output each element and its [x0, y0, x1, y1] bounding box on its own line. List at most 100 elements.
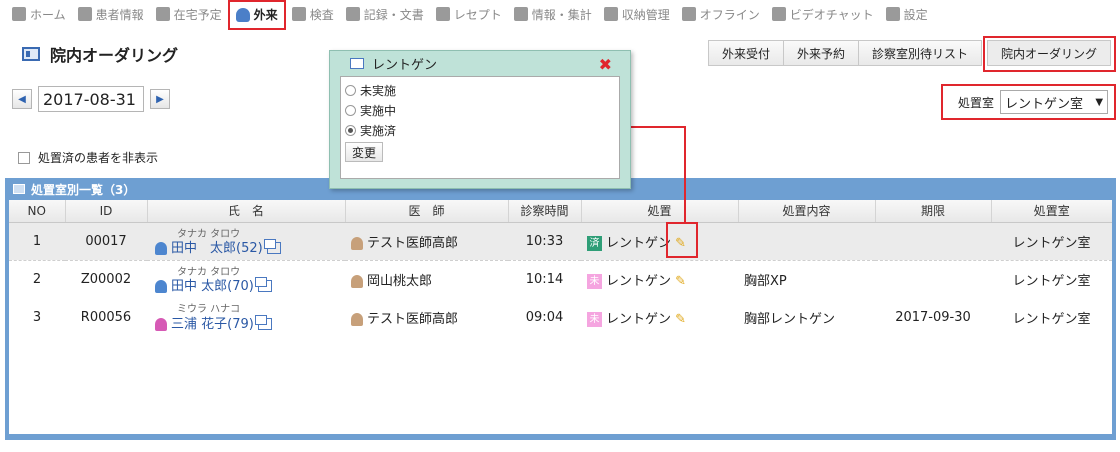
gear-icon [885, 7, 900, 21]
hide-done-label: 処置済の患者を非表示 [38, 151, 159, 165]
patient-name-link[interactable]: 田中 太郎(70) [171, 275, 254, 294]
nav-item-home[interactable]: ホーム [6, 0, 72, 28]
doctor-icon [351, 312, 363, 326]
doctor-name: 岡山桃太郎 [367, 273, 433, 289]
open-window-icon[interactable] [254, 277, 272, 293]
col-doctor: 医 師 [345, 200, 509, 223]
open-window-icon[interactable] [254, 315, 272, 330]
col-treatment: 処置 [581, 200, 739, 223]
nav-item-offline[interactable]: オフライン [676, 0, 766, 28]
row-treatment: 未レントゲン ✎ [581, 259, 738, 298]
nav-item-records[interactable]: 記録・文書 [340, 0, 430, 28]
patient-kana: タナカ タロウ [177, 266, 241, 278]
nav-item-patient-info[interactable]: 患者情報 [72, 0, 150, 28]
radio-button[interactable] [345, 124, 356, 136]
status-popup: レントゲン ✖ 未実施 実施中 実施済 変更 [329, 50, 631, 189]
row-room: レントゲン室 [991, 222, 1112, 260]
patient-icon [77, 7, 92, 21]
plug-icon [681, 7, 696, 21]
tab-bar: 外来受付 外来予約 診察室別待リスト 院内オーダリング [708, 40, 1112, 66]
room-select[interactable]: レントゲン室 ▼ [1000, 90, 1109, 114]
radio-done[interactable]: 実施済 [345, 120, 615, 140]
col-content: 処置内容 [738, 200, 876, 223]
row-treatment: 未レントゲン ✎ [581, 298, 738, 336]
page-title: 院内オーダリング [22, 42, 178, 66]
edit-pencil-icon[interactable]: ✎ [675, 274, 686, 289]
row-deadline [875, 222, 991, 260]
table-row[interactable]: 3 R00056 ミウラ ハナコ 三浦 花子(79) テスト医師高郎 09:04… [9, 298, 1112, 336]
treatment-name: レントゲン [606, 273, 672, 289]
radio-label: 実施済 [360, 123, 397, 138]
table-row[interactable]: 2 Z00002 タナカ タロウ 田中 太郎(70) 岡山桃太郎 10:14 未… [9, 259, 1112, 298]
close-icon[interactable]: ✖ [599, 55, 612, 74]
clock-icon [155, 7, 170, 21]
nav-item-info-stats[interactable]: 情報・集計 [508, 0, 598, 28]
nav-item-label: 記録・文書 [363, 7, 424, 22]
col-id: ID [65, 200, 148, 223]
treatment-room-panel: 処置室別一覧（3） NO ID 氏 名 医 師 診察時間 処置 処置内容 期限 … [5, 178, 1116, 440]
row-id: 00017 [65, 222, 147, 260]
radio-button[interactable] [345, 104, 356, 116]
tab-in-hospital-ordering[interactable]: 院内オーダリング [987, 40, 1112, 66]
radio-not-done[interactable]: 未実施 [345, 80, 615, 100]
tv-icon [771, 7, 786, 21]
nav-item-home-schedule[interactable]: 在宅予定 [150, 0, 228, 28]
top-nav: ホーム 患者情報 在宅予定 外来 検査 記録・文書 レセプト 情報・集計 収納管理 オフライン ビデ… [0, 0, 1120, 30]
hide-done-checkbox[interactable] [18, 151, 30, 164]
nav-item-video-chat[interactable]: ビデオチャット [766, 0, 880, 28]
prev-date-button[interactable]: ◀ [12, 89, 32, 109]
row-content: 胸部レントゲン [744, 311, 836, 327]
patient-kana: タナカ タロウ [177, 228, 241, 240]
edit-pencil-icon[interactable]: ✎ [675, 312, 686, 327]
change-button[interactable]: 変更 [345, 142, 383, 162]
row-no: 2 [9, 259, 65, 298]
col-time: 診察時間 [508, 200, 582, 223]
row-content [738, 222, 875, 260]
row-id: R00056 [80, 309, 132, 325]
table-row[interactable]: 1 00017 タナカ タロウ 田中 太郎(52) テスト医師高郎 10:33 … [9, 222, 1112, 260]
list-icon [13, 184, 25, 194]
nav-item-billing[interactable]: 収納管理 [598, 0, 676, 28]
home-icon [12, 7, 26, 21]
row-treatment: 済レントゲン ✎ [581, 222, 738, 260]
nav-item-receipt[interactable]: レセプト [430, 0, 508, 28]
id-card-icon [22, 47, 40, 61]
next-date-button[interactable]: ▶ [150, 89, 170, 109]
male-patient-icon [155, 241, 167, 255]
panel-body: NO ID 氏 名 医 師 診察時間 処置 処置内容 期限 処置室 1 0001… [9, 200, 1112, 434]
window-icon [350, 57, 364, 69]
order-table: NO ID 氏 名 医 師 診察時間 処置 処置内容 期限 処置室 1 0001… [9, 200, 1112, 336]
doctor-name: テスト医師高郎 [367, 235, 459, 251]
nav-item-label: 検査 [309, 7, 334, 22]
male-patient-icon [155, 279, 167, 293]
room-filter: 処置室 レントゲン室 ▼ [941, 84, 1116, 120]
row-content: 胸部XP [738, 259, 875, 298]
exam-icon [291, 7, 306, 21]
row-doctor: テスト医師高郎 [345, 222, 508, 260]
tab-outpatient-reception[interactable]: 外来受付 [708, 40, 785, 66]
panel-title: 処置室別一覧（3） [31, 182, 136, 197]
nav-item-label: ホーム [30, 7, 66, 22]
patient-name-link[interactable]: 三浦 花子(79) [171, 313, 254, 332]
radio-button[interactable] [345, 84, 356, 96]
nav-item-exam[interactable]: 検査 [286, 0, 340, 28]
treatment-name: レントゲン [606, 235, 672, 251]
doctor-icon [351, 274, 363, 288]
row-doctor: テスト医師高郎 [345, 298, 508, 336]
edit-pencil-icon[interactable]: ✎ [675, 236, 686, 251]
doctor-name: テスト医師高郎 [367, 311, 459, 327]
hide-done-option[interactable]: 処置済の患者を非表示 [18, 149, 158, 166]
tab-waiting-list[interactable]: 診察室別待リスト [858, 40, 983, 66]
radio-in-progress[interactable]: 実施中 [345, 100, 615, 120]
nav-item-outpatient[interactable]: 外来 [227, 0, 286, 30]
row-time: 10:33 [508, 222, 581, 260]
date-input[interactable] [38, 86, 144, 112]
row-name-cell: ミウラ ハナコ 三浦 花子(79) [147, 298, 345, 336]
tab-outpatient-reservation[interactable]: 外来予約 [783, 40, 860, 66]
nav-item-settings[interactable]: 設定 [880, 0, 934, 28]
nav-item-label: 情報・集計 [531, 7, 592, 22]
open-window-icon[interactable] [263, 239, 281, 254]
row-room: レントゲン室 [991, 259, 1112, 298]
page-title-text: 院内オーダリング [50, 46, 179, 65]
popup-title-bar[interactable]: レントゲン [330, 51, 630, 75]
